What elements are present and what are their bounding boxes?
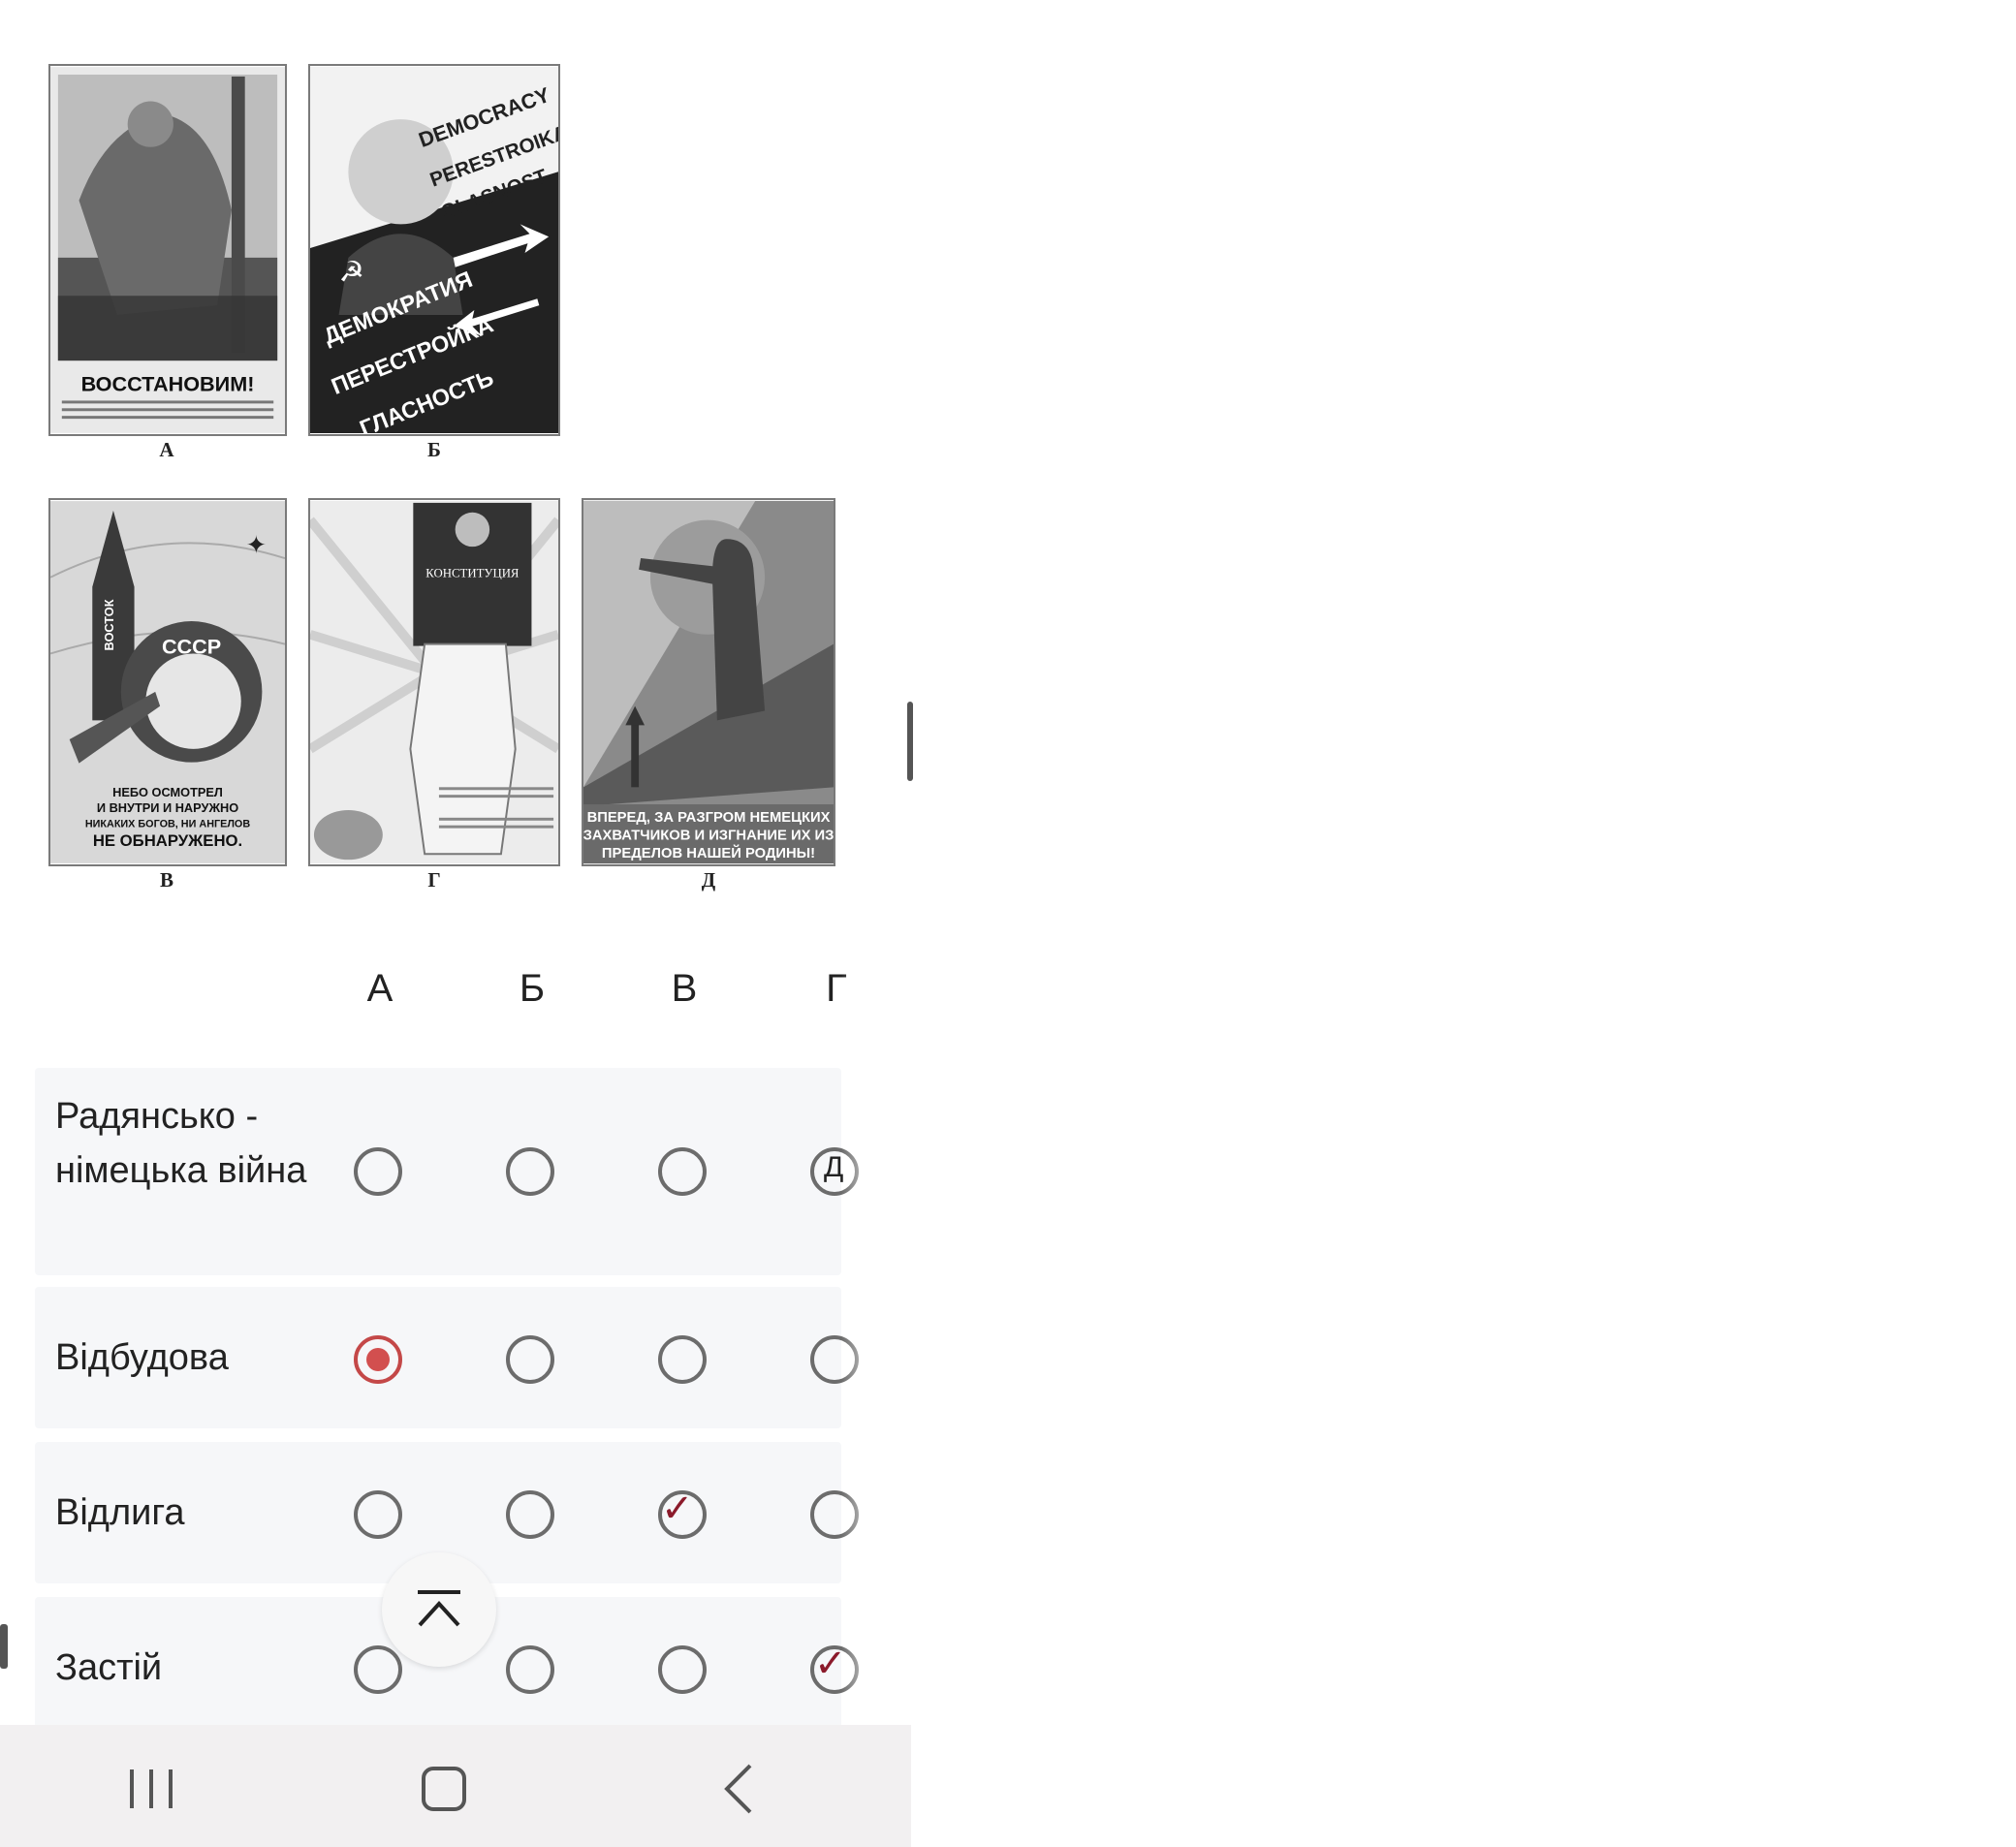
phone-screen: ВОССТАНОВИМ! А DEMOCRACY PERESTROIKA GLA… <box>0 0 911 1847</box>
handwritten-mark-thaw: ✓ <box>661 1487 694 1530</box>
row-label: Відлига <box>55 1492 185 1533</box>
recents-button[interactable] <box>122 1760 180 1818</box>
row-label: Застій <box>55 1647 163 1688</box>
radio-war-a[interactable] <box>354 1147 402 1196</box>
radio-stagnation-b[interactable] <box>506 1645 554 1694</box>
poster-v: ВОСТОК СССР ✦ НЕБО ОСМОТРЕЛ И ВНУТРИ И Н… <box>48 498 287 866</box>
svg-text:☭: ☭ <box>339 255 364 288</box>
back-icon <box>724 1764 752 1814</box>
home-icon <box>422 1767 466 1811</box>
poster-g: КОНСТИТУЦИЯ <box>308 498 560 866</box>
radio-thaw-a[interactable] <box>354 1490 402 1539</box>
poster-d-line-3: ПРЕДЕЛОВ НАШЕЙ РОДИНЫ! <box>602 844 815 861</box>
poster-b-caption: Б <box>427 438 441 461</box>
recents-icon <box>130 1769 173 1808</box>
split-screen-handle[interactable] <box>907 702 913 781</box>
poster-d: ВПЕРЕД, ЗА РАЗГРОМ НЕМЕЦКИХ ЗАХВАТЧИКОВ … <box>582 498 835 866</box>
edge-panel-handle[interactable] <box>0 1624 8 1669</box>
chevron-up-icon <box>418 1590 460 1627</box>
poster-v-caption: В <box>159 868 173 892</box>
radio-thaw-b[interactable] <box>506 1490 554 1539</box>
navigation-bar <box>0 1725 911 1847</box>
grid-row-rebuild: Відбудова <box>35 1287 859 1428</box>
row-label: Радянсько - німецька війна <box>55 1096 307 1191</box>
poster-a-title: ВОССТАНОВИМ! <box>81 372 255 396</box>
poster-d-line-1: ВПЕРЕД, ЗА РАЗГРОМ НЕМЕЦКИХ <box>587 810 831 826</box>
back-button[interactable] <box>711 1760 770 1818</box>
poster-v-line-4: И ВНУТРИ И НАРУЖНО <box>97 800 238 815</box>
radio-rebuild-v[interactable] <box>658 1335 707 1384</box>
poster-v-line-2: СССР <box>162 634 221 658</box>
poster-b: DEMOCRACY PERESTROIKA GLASNOST ДЕМОКРАТИ… <box>308 64 560 436</box>
column-header-a: А <box>366 967 394 1010</box>
radio-war-v[interactable] <box>658 1147 707 1196</box>
poster-g-caption: Г <box>427 868 441 892</box>
column-header-b: Б <box>519 967 546 1010</box>
radio-rebuild-b[interactable] <box>506 1335 554 1384</box>
poster-v-line-6: НЕ ОБНАРУЖЕНО. <box>93 831 242 850</box>
grid-row-war: Радянсько - німецька війна Д <box>35 1068 859 1275</box>
scroll-fade <box>841 959 911 1731</box>
row-label: Відбудова <box>55 1337 229 1378</box>
svg-text:✦: ✦ <box>246 531 267 560</box>
radio-war-b[interactable] <box>506 1147 554 1196</box>
radio-stagnation-v[interactable] <box>658 1645 707 1694</box>
poster-g-line-1: КОНСТИТУЦИЯ <box>425 567 520 580</box>
poster-d-line-2: ЗАХВАТЧИКОВ И ИЗГНАНИЕ ИХ ИЗ <box>583 828 834 843</box>
poster-v-line-5: НИКАКИХ БОГОВ, НИ АНГЕЛОВ <box>85 819 251 830</box>
radio-stagnation-a[interactable] <box>354 1645 402 1694</box>
poster-d-caption: Д <box>701 868 716 892</box>
radio-rebuild-a[interactable] <box>354 1335 402 1384</box>
poster-a-caption: А <box>159 438 174 461</box>
poster-v-line-3: НЕБО ОСМОТРЕЛ <box>112 785 223 799</box>
column-header-v: В <box>671 967 698 1010</box>
poster-v-line-1: ВОСТОК <box>102 599 116 650</box>
home-button[interactable] <box>415 1760 473 1818</box>
poster-a: ВОССТАНОВИМ! <box>48 64 287 436</box>
scroll-to-top-button[interactable] <box>382 1552 496 1667</box>
